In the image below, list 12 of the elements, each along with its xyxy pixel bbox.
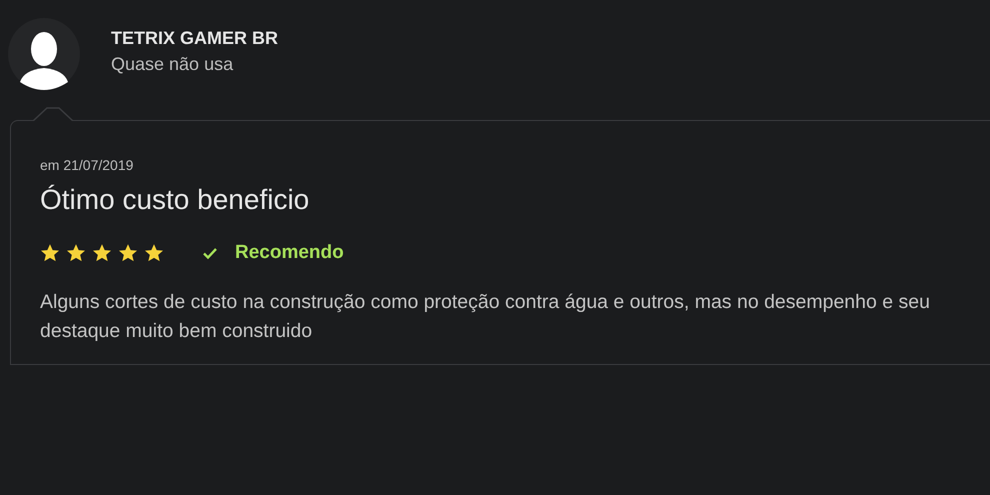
avatar-icon: [8, 18, 80, 90]
review-title: Ótimo custo beneficio: [40, 184, 310, 216]
recommend-label: Recomendo: [235, 242, 344, 264]
star-icon: [118, 243, 138, 263]
star-icon: [40, 243, 60, 263]
review-date: em 21/07/2019: [40, 157, 134, 173]
user-name: TETRIX GAMER BR: [111, 28, 278, 48]
star-icon: [144, 243, 164, 263]
usage-label: Quase não usa: [111, 54, 234, 74]
star-icon: [92, 243, 112, 263]
review-text: Alguns cortes de custo na construção como proteção contra água e outros, mas no desempenho e seu destaque muito bem construido: [40, 290, 931, 344]
star-icon: [66, 243, 86, 263]
